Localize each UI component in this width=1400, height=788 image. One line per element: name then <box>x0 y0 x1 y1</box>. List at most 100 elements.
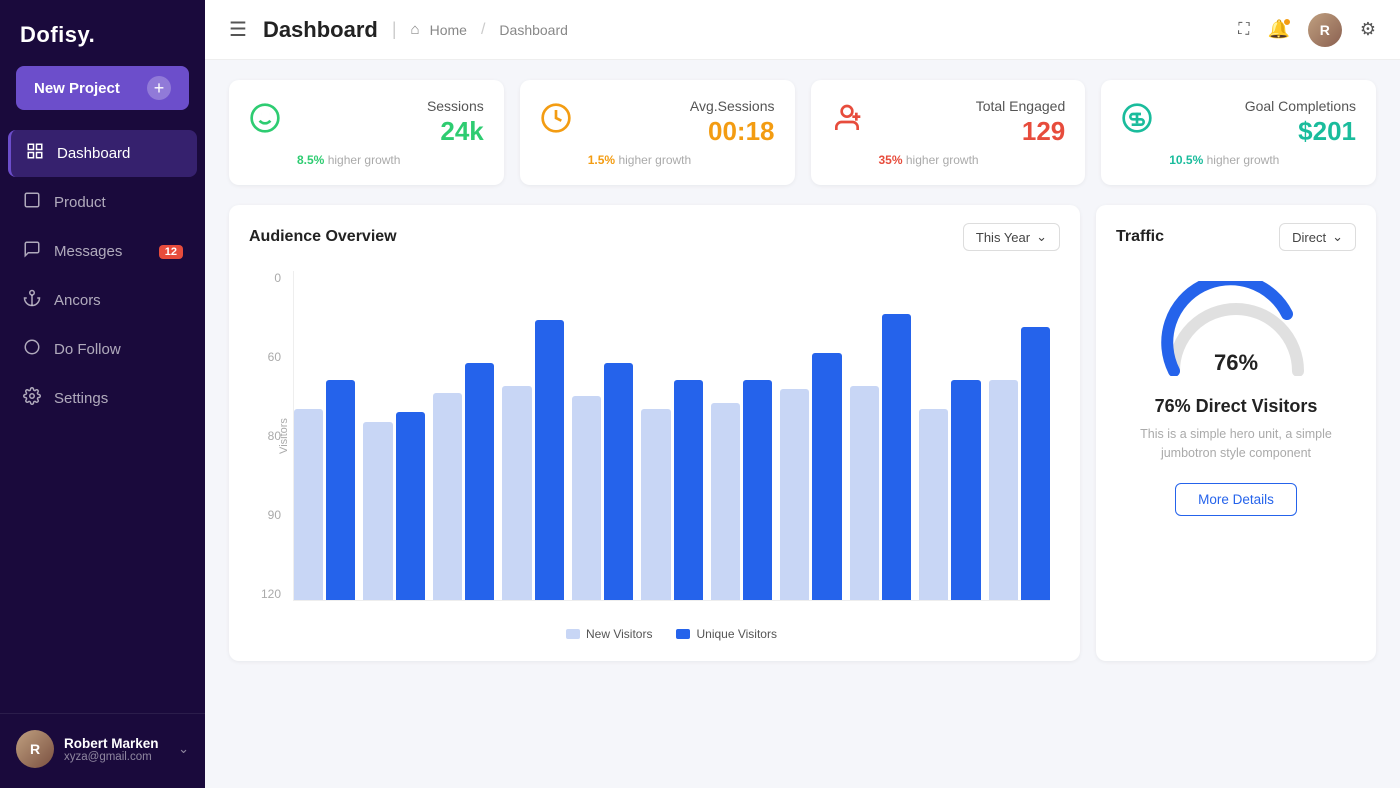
stat-growth-pct: 8.5% <box>297 153 324 167</box>
topbar: ☰ Dashboard | ⌂ Home / Dashboard ⛶ 🔔 R ⚙ <box>205 0 1400 60</box>
audience-filter-dropdown[interactable]: This Year ⌄ <box>963 223 1060 251</box>
user-plus-stat-icon <box>831 102 863 142</box>
chart-bar-group <box>433 271 494 600</box>
sidebar-item-label: Messages <box>54 243 122 260</box>
sidebar-nav: Dashboard Product Messages 12 Ancors Do Follo… <box>0 130 205 713</box>
anchor-icon <box>22 289 42 312</box>
stat-label-avg_sessions: Avg.Sessions <box>588 98 775 114</box>
gauge-percentage: 76% <box>1214 350 1258 376</box>
chart-bar-group <box>502 271 563 600</box>
box-icon <box>22 191 42 214</box>
stat-body-avg_sessions: Avg.Sessions 00:18 1.5% higher growth <box>588 98 775 167</box>
chart-y-label: 60 <box>249 350 287 364</box>
smile-stat-icon <box>249 102 281 142</box>
sidebar-user-name: Robert Marken <box>64 736 168 751</box>
audience-card-header: Audience Overview This Year ⌄ <box>249 223 1060 251</box>
stat-growth-total_engaged: 35% higher growth <box>879 153 1066 167</box>
chart-bar-unique <box>951 380 980 600</box>
page-title: Dashboard <box>263 17 378 43</box>
notification-icon[interactable]: 🔔 <box>1267 19 1289 40</box>
chart-bar-unique <box>465 363 494 600</box>
chart-bar-new <box>989 380 1018 600</box>
chart-bar-unique <box>396 412 425 600</box>
sidebar-user-email: xyza@gmail.com <box>64 751 168 763</box>
stat-growth-text: higher growth <box>328 153 401 167</box>
chart-bar-new <box>850 386 879 600</box>
stat-value-total_engaged: 129 <box>879 116 1066 147</box>
chart-bar-unique <box>743 380 772 600</box>
stats-row: Sessions 24k 8.5% higher growth Avg.Sess… <box>229 80 1376 185</box>
breadcrumb-home[interactable]: Home <box>430 22 467 38</box>
chart-bar-new <box>572 396 601 600</box>
sidebar-item-dofollow[interactable]: Do Follow <box>8 326 197 373</box>
chart-bar-group <box>850 271 911 600</box>
stat-growth-text: higher growth <box>618 153 691 167</box>
legend-label: Unique Visitors <box>696 627 776 641</box>
main-content: ☰ Dashboard | ⌂ Home / Dashboard ⛶ 🔔 R ⚙ <box>205 0 1400 788</box>
stat-growth-text: higher growth <box>1207 153 1280 167</box>
chart-bar-unique <box>535 320 564 600</box>
breadcrumb-separator: | <box>392 19 397 40</box>
chat-icon <box>22 240 42 263</box>
gauge-container: 76% <box>1156 281 1316 376</box>
chart-bar-new <box>780 389 809 600</box>
traffic-direct-label: 76% Direct Visitors <box>1155 396 1318 417</box>
sidebar-collapse-icon[interactable]: ⌄ <box>178 741 189 757</box>
stat-label-sessions: Sessions <box>297 98 484 114</box>
chart-bar-unique <box>1021 327 1050 600</box>
stat-growth-sessions: 8.5% higher growth <box>297 153 484 167</box>
sidebar-item-ancors[interactable]: Ancors <box>8 277 197 324</box>
chart-bar-unique <box>812 353 841 600</box>
new-project-button[interactable]: New Project + <box>16 66 189 110</box>
audience-chart: 1209080600 Visitors New VisitorsUnique V… <box>249 261 1060 651</box>
stat-growth-goal_completions: 10.5% higher growth <box>1169 153 1356 167</box>
stat-body-goal_completions: Goal Completions $201 10.5% higher growt… <box>1169 98 1356 167</box>
fullscreen-icon[interactable]: ⛶ <box>1238 21 1249 39</box>
chart-y-label: 120 <box>249 587 287 601</box>
stat-value-sessions: 24k <box>297 116 484 147</box>
stat-growth-pct: 1.5% <box>588 153 615 167</box>
sidebar-item-settings[interactable]: Settings <box>8 375 197 422</box>
messages-badge: 12 <box>159 245 183 259</box>
sidebar-item-messages[interactable]: Messages 12 <box>8 228 197 275</box>
sidebar-item-dashboard[interactable]: Dashboard <box>8 130 197 177</box>
sidebar-item-label: Product <box>54 194 106 211</box>
chart-bar-new <box>502 386 531 600</box>
traffic-card-header: Traffic Direct ⌄ <box>1116 223 1356 251</box>
dollar-stat-icon <box>1121 102 1153 142</box>
traffic-filter-dropdown[interactable]: Direct ⌄ <box>1279 223 1356 251</box>
legend-label: New Visitors <box>586 627 652 641</box>
stat-value-avg_sessions: 00:18 <box>588 116 775 147</box>
chart-bar-unique <box>326 380 355 600</box>
settings-icon[interactable]: ⚙ <box>1360 19 1376 40</box>
chart-bar-unique <box>674 380 703 600</box>
topbar-avatar[interactable]: R <box>1308 13 1342 47</box>
chevron-down-icon-traffic: ⌄ <box>1332 229 1343 245</box>
sidebar-item-label: Do Follow <box>54 341 121 358</box>
stat-growth-pct: 10.5% <box>1169 153 1203 167</box>
chart-y-label: 0 <box>249 271 287 285</box>
chart-bar-new <box>433 393 462 600</box>
legend-item: Unique Visitors <box>676 627 776 641</box>
chart-bar-group <box>572 271 633 600</box>
stat-label-goal_completions: Goal Completions <box>1169 98 1356 114</box>
sidebar-item-label: Ancors <box>54 292 101 309</box>
more-details-button[interactable]: More Details <box>1175 483 1297 516</box>
chart-bar-group <box>780 271 841 600</box>
chart-legend: New Visitors Unique Visitors <box>293 627 1050 641</box>
breadcrumb-area: Dashboard | ⌂ Home / Dashboard <box>263 17 568 43</box>
notification-dot <box>1283 18 1291 26</box>
sidebar-item-label: Settings <box>54 390 108 407</box>
chart-bar-group <box>711 271 772 600</box>
breadcrumb-current[interactable]: Dashboard <box>499 22 568 38</box>
audience-overview-card: Audience Overview This Year ⌄ 1209080600… <box>229 205 1080 661</box>
content-area: Sessions 24k 8.5% higher growth Avg.Sess… <box>205 60 1400 788</box>
traffic-card: Traffic Direct ⌄ 76% 76% Direct Vis <box>1096 205 1376 661</box>
sidebar-item-product[interactable]: Product <box>8 179 197 226</box>
sidebar-avatar: R <box>16 730 54 768</box>
chevron-down-icon: ⌄ <box>1036 229 1047 245</box>
home-icon: ⌂ <box>411 21 420 38</box>
hamburger-icon[interactable]: ☰ <box>229 17 247 42</box>
chart-bar-new <box>711 403 740 600</box>
stat-card-sessions: Sessions 24k 8.5% higher growth <box>229 80 504 185</box>
